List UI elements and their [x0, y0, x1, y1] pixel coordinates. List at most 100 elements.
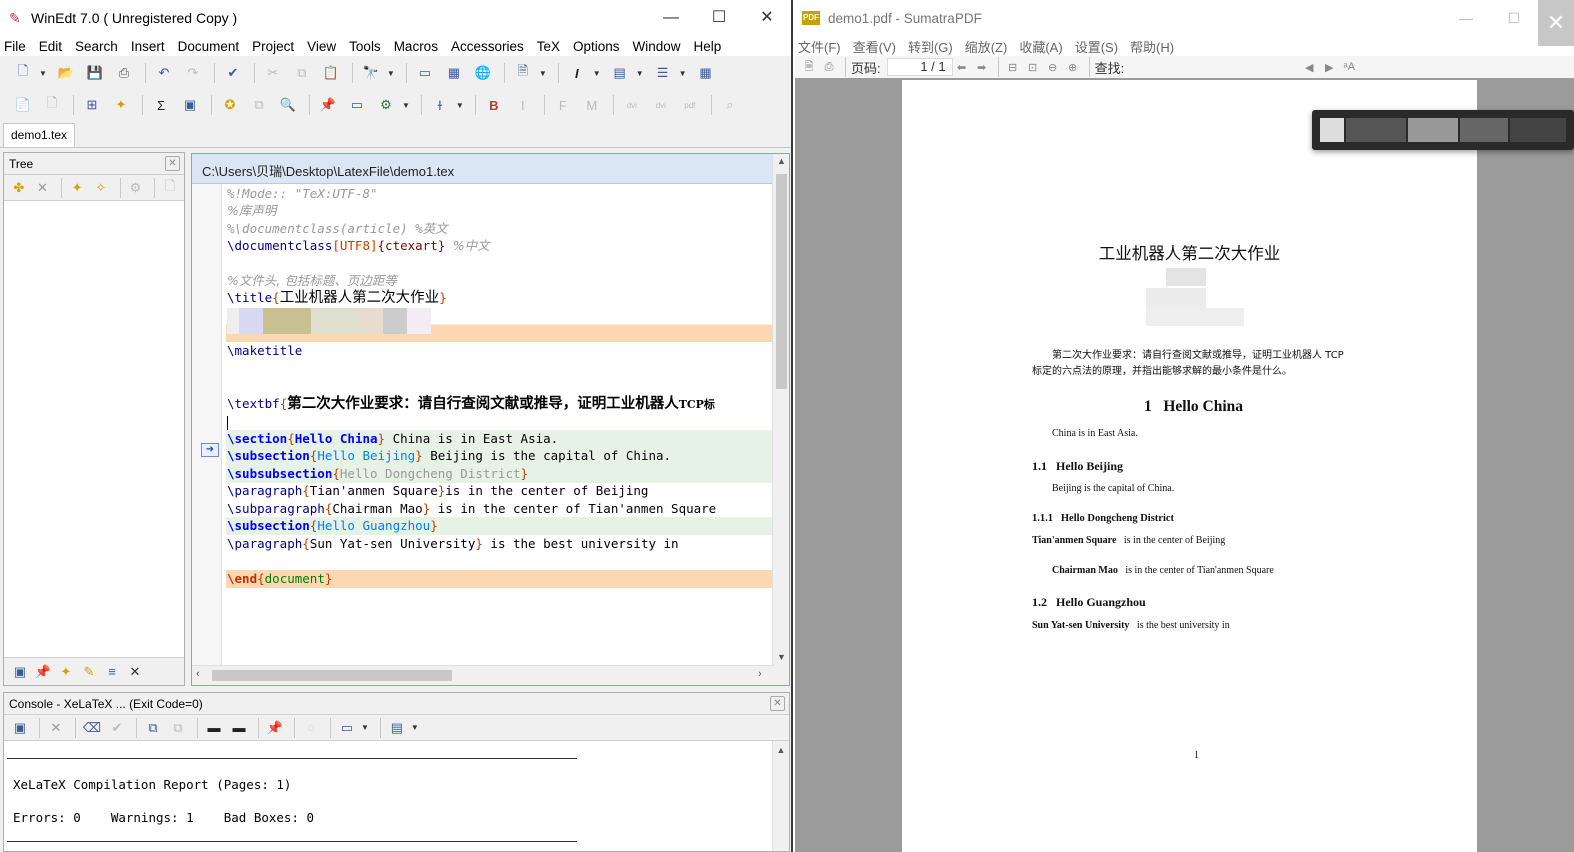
document-icon[interactable]: 🗎	[510, 62, 536, 84]
screen-icon[interactable]: ▭	[344, 94, 370, 116]
next-page-icon[interactable]: ➡	[973, 58, 991, 76]
menu-window[interactable]: Window	[633, 39, 681, 54]
tree-screen-icon[interactable]: ▣	[10, 661, 30, 683]
console-monitor-icon[interactable]: ▭	[336, 717, 358, 739]
copy-icon[interactable]: ⧉	[289, 62, 315, 84]
print-icon[interactable]: ⎙	[820, 58, 838, 76]
dvi-pdf-icon[interactable]: dvi	[619, 94, 645, 116]
fit-width-icon[interactable]: ⊡	[1024, 58, 1042, 76]
menu-project[interactable]: Project	[252, 39, 294, 54]
tree-delete-icon[interactable]: ✕	[33, 177, 53, 199]
tree-options-icon[interactable]: ⚙	[126, 177, 146, 199]
zoom-in-icon[interactable]: ⊕	[1064, 58, 1082, 76]
menu-tex[interactable]: TeX	[537, 39, 560, 54]
globe-icon[interactable]: 🌐	[470, 62, 496, 84]
prev-page-icon[interactable]: ⬅	[953, 58, 971, 76]
page-icon[interactable]: 🗋	[39, 94, 65, 116]
menu-view-cn[interactable]: 查看(V)	[853, 37, 896, 56]
find-icon[interactable]: 🔭	[358, 62, 384, 84]
ps-pdf-icon[interactable]: pdf	[677, 94, 703, 116]
find-prev-icon[interactable]: ◀	[1300, 58, 1318, 76]
print-icon[interactable]: ⎙	[111, 62, 137, 84]
menu-edit[interactable]: Edit	[39, 39, 62, 54]
compile-icon[interactable]: ✪	[217, 94, 243, 116]
image-icon[interactable]: ▭	[412, 62, 438, 84]
maximize-icon[interactable]: ☐	[1490, 0, 1538, 36]
minimize-icon[interactable]: —	[1442, 0, 1490, 36]
console-circle-icon[interactable]: ○	[300, 717, 322, 739]
menu-file-cn[interactable]: 文件(F)	[798, 37, 841, 56]
undo-icon[interactable]: ↶	[151, 62, 177, 84]
scroll-up-icon[interactable]: ▲	[773, 156, 790, 166]
bookmark-arrow-icon[interactable]: ➜	[201, 443, 219, 457]
scroll-down-icon[interactable]: ▼	[773, 652, 790, 662]
console-cmd-icon[interactable]: ▬	[228, 717, 250, 739]
menu-settings-cn[interactable]: 设置(S)	[1075, 37, 1118, 56]
chevron-down-icon[interactable]: ▼	[539, 69, 547, 78]
menu-accessories[interactable]: Accessories	[451, 39, 524, 54]
close-pane-icon[interactable]: ✕	[770, 696, 785, 711]
table-icon[interactable]: ▦	[441, 62, 467, 84]
tree-pin-icon[interactable]: 📌	[33, 661, 53, 683]
window-icon[interactable]: ▣	[177, 94, 203, 116]
chevron-down-icon[interactable]: ▼	[411, 723, 419, 732]
chevron-down-icon[interactable]: ▼	[679, 69, 687, 78]
fit-page-icon[interactable]: ⊟	[1004, 58, 1022, 76]
bold-icon[interactable]: B	[481, 94, 507, 116]
grid-icon[interactable]: ▦	[693, 62, 719, 84]
menu-help-cn[interactable]: 帮助(H)	[1130, 37, 1174, 56]
menu-zoom-cn[interactable]: 缩放(Z)	[965, 37, 1008, 56]
dvi-ps-icon[interactable]: dvi	[648, 94, 674, 116]
console-check-icon[interactable]: ✔	[106, 717, 128, 739]
tex-icon[interactable]: ɫ	[427, 94, 453, 116]
tree-close-icon[interactable]: ✕	[125, 661, 145, 683]
math-icon[interactable]: M	[579, 94, 605, 116]
match-case-icon[interactable]: ᵃA	[1340, 58, 1358, 76]
search-icon[interactable]: ⌕	[717, 94, 743, 116]
menu-goto-cn[interactable]: 转到(G)	[908, 37, 953, 56]
tree-refresh-icon[interactable]: ✤	[9, 177, 29, 199]
new-file-icon[interactable]: 🗋	[10, 62, 36, 84]
minimize-icon[interactable]: —	[647, 0, 695, 36]
menu-help[interactable]: Help	[694, 39, 722, 54]
console-terminal-icon[interactable]: ▬	[203, 717, 225, 739]
tree-edit-icon[interactable]: ✎	[79, 661, 99, 683]
wizard-icon[interactable]: ✦	[108, 94, 134, 116]
italic-icon[interactable]: I	[564, 62, 590, 84]
sum-icon[interactable]: Σ	[148, 94, 174, 116]
close-icon[interactable]: ✕	[743, 0, 791, 36]
scroll-right-icon[interactable]: ›	[758, 668, 762, 680]
chevron-down-icon[interactable]: ▼	[402, 101, 410, 110]
tree-icon[interactable]: ⊞	[79, 94, 105, 116]
editor-pane[interactable]: C:\Users\贝瑞\Desktop\LatexFile\demo1.tex …	[191, 153, 790, 686]
console-erase-icon[interactable]: ⌫	[81, 717, 103, 739]
menu-insert[interactable]: Insert	[131, 39, 165, 54]
close-pane-icon[interactable]: ✕	[165, 156, 180, 171]
template-icon[interactable]: 📄	[10, 94, 36, 116]
chevron-down-icon[interactable]: ▼	[387, 69, 395, 78]
open-folder-icon[interactable]: 📂	[53, 62, 79, 84]
chevron-down-icon[interactable]: ▼	[593, 69, 601, 78]
paste-icon[interactable]: 📋	[318, 62, 344, 84]
zoom-icon[interactable]: 🔍	[275, 94, 301, 116]
italic-disabled-icon[interactable]: I	[510, 94, 536, 116]
menu-document[interactable]: Document	[178, 39, 240, 54]
tree-ruler-icon[interactable]: ≡	[102, 661, 122, 683]
pdf-viewport[interactable]: 工业机器人第二次大作业 第二次大作业要求：请自行查阅文献或推导，证明工业机器人 …	[795, 78, 1574, 852]
tree-expand-icon[interactable]: ✦	[67, 177, 87, 199]
menu-macros[interactable]: Macros	[394, 39, 438, 54]
pin-icon[interactable]: 📌	[315, 94, 341, 116]
tab-demo1[interactable]: demo1.tex	[3, 123, 76, 147]
menu-search[interactable]: Search	[75, 39, 118, 54]
console-paste-icon[interactable]: ⧉	[167, 717, 189, 739]
open-icon[interactable]: 🗎	[800, 58, 818, 76]
menu-tools[interactable]: Tools	[349, 39, 381, 54]
cut-icon[interactable]: ✂	[260, 62, 286, 84]
code-area[interactable]: %!Mode:: "TeX:UTF-8" %库声明 %\documentclas…	[226, 184, 774, 667]
duplicate-icon[interactable]: ⧉	[246, 94, 272, 116]
menu-options[interactable]: Options	[573, 39, 620, 54]
scroll-left-icon[interactable]: ‹	[196, 668, 200, 680]
editor-vertical-scrollbar[interactable]: ▲ ▼	[772, 154, 789, 685]
console-copy-icon[interactable]: ⧉	[142, 717, 164, 739]
chevron-down-icon[interactable]: ▼	[39, 69, 47, 78]
